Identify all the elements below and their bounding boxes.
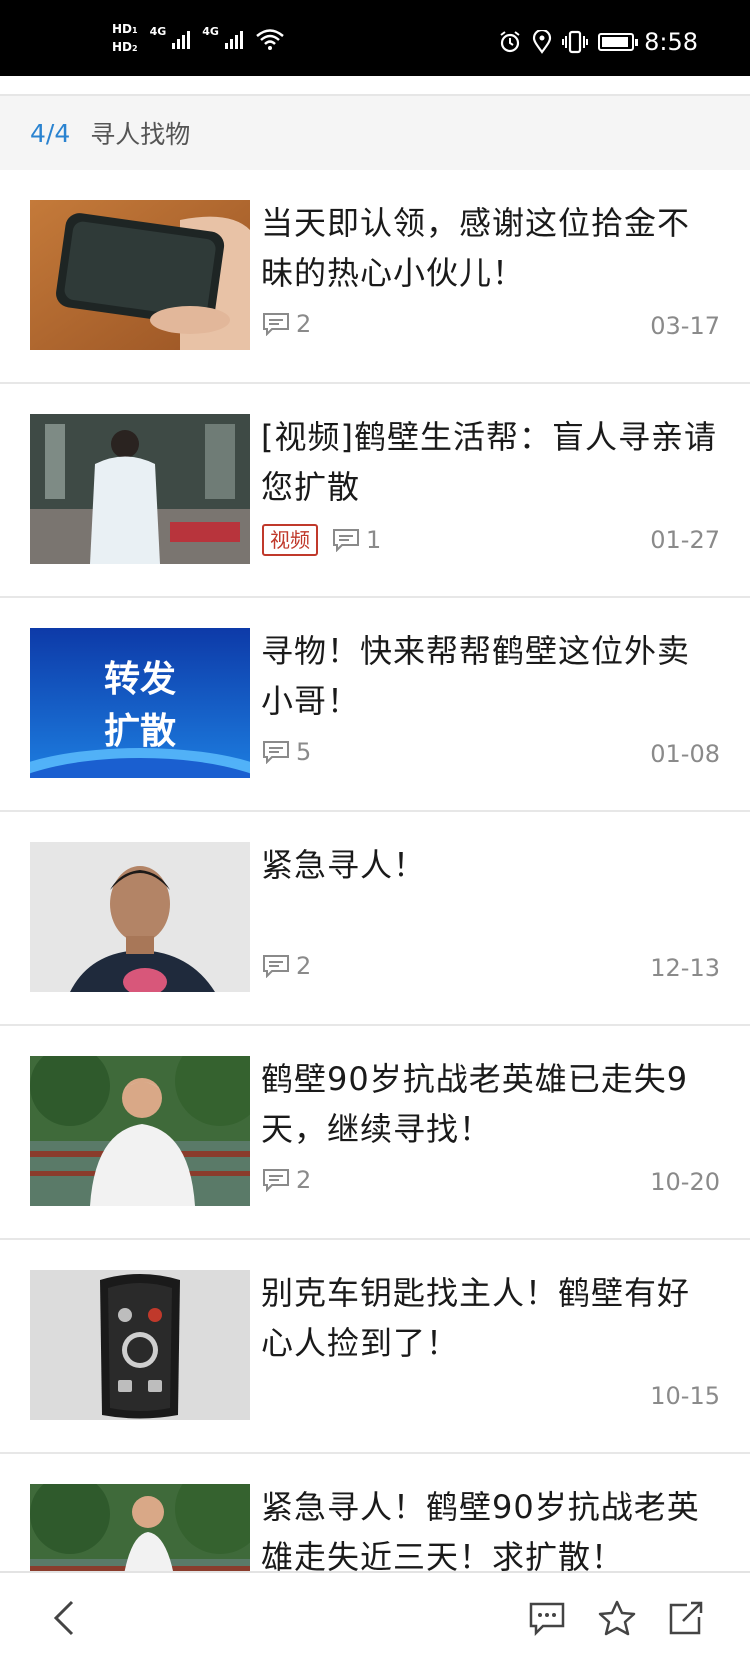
comment-count: 5	[262, 738, 311, 766]
news-title: 紧急寻人！鹤壁90岁抗战老英雄走失近三天！求扩散！	[261, 1488, 700, 1576]
comment-icon	[333, 529, 359, 552]
news-title: 寻物！快来帮帮鹤壁这位外卖小哥！	[261, 632, 691, 720]
news-item[interactable]: 别克车钥匙找主人！鹤壁有好心人捡到了！ 10-15	[0, 1240, 750, 1454]
comment-icon	[263, 955, 289, 978]
thumbnail-share-banner: 转发 扩散	[30, 628, 250, 778]
comment-count: 2	[262, 952, 311, 980]
back-icon	[53, 1600, 74, 1636]
clock: 8:58	[644, 28, 698, 56]
comment-count-value: 2	[296, 310, 312, 338]
news-date: 03-17	[650, 312, 720, 340]
news-item[interactable]: 当天即认领，感谢这位拾金不昧的热心小伙儿！ 2 03-17	[0, 170, 750, 384]
comment-count-value: 5	[296, 738, 312, 766]
hd-indicator-2: HD2	[112, 40, 138, 54]
comment-icon	[263, 1169, 289, 1192]
news-title: 当天即认领，感谢这位拾金不昧的热心小伙儿！	[261, 204, 691, 292]
back-button[interactable]	[38, 1593, 88, 1643]
network-type-2: 4G	[202, 24, 219, 38]
news-meta: 2	[262, 1166, 311, 1194]
news-date: 10-15	[650, 1382, 720, 1410]
alarm-icon	[500, 31, 520, 53]
signal-area: HD1 HD2 4G 4G	[112, 22, 285, 56]
comment-count: 1	[332, 526, 381, 554]
news-meta: 2	[262, 952, 311, 980]
hd-indicator-1: HD1	[112, 22, 138, 36]
comment-icon	[263, 313, 289, 336]
vibrate-icon	[562, 30, 589, 54]
news-date: 01-27	[650, 526, 720, 554]
thumbnail-phone-in-hand	[30, 200, 250, 350]
thumbnail-man-in-white-coat	[30, 414, 250, 564]
news-date: 10-20	[650, 1168, 720, 1196]
news-item[interactable]: [视频]鹤壁生活帮：盲人寻亲请您扩散 视频 1 01-27	[0, 384, 750, 598]
news-title: 紧急寻人！	[261, 846, 427, 884]
signal-bars-icon-2	[224, 29, 243, 49]
news-title: 别克车钥匙找主人！鹤壁有好心人捡到了！	[261, 1274, 691, 1362]
news-item[interactable]: 转发 扩散 寻物！快来帮帮鹤壁这位外卖小哥！ 5 01-08	[0, 598, 750, 812]
section-header: 4/4 寻人找物	[0, 94, 750, 170]
location-icon	[532, 30, 552, 54]
favorite-button[interactable]	[592, 1593, 642, 1643]
thumbnail-elderly-man-park	[30, 1056, 250, 1206]
comment-button[interactable]	[522, 1593, 572, 1643]
signal-bars-icon	[172, 29, 191, 49]
page-indicator: 4/4	[30, 118, 71, 148]
video-tag: 视频	[262, 524, 318, 556]
star-icon	[598, 1600, 636, 1636]
comment-count: 2	[262, 310, 311, 338]
comment-count: 2	[262, 1166, 311, 1194]
news-date: 01-08	[650, 740, 720, 768]
network-type-1: 4G	[149, 24, 167, 38]
news-item[interactable]: 紧急寻人！ 2 12-13	[0, 812, 750, 1026]
wifi-icon	[256, 29, 284, 50]
news-item[interactable]: 鹤壁90岁抗战老英雄已走失9天，继续寻找！ 2 10-20	[0, 1026, 750, 1240]
comment-count-value: 2	[296, 1166, 312, 1194]
thumbnail-man-portrait	[30, 842, 250, 992]
comment-count-value: 1	[366, 526, 382, 554]
hd-indicators: HD1 HD2	[112, 22, 138, 56]
thumbnail-text-1: 转发	[103, 659, 176, 700]
status-icons: 8:58	[498, 28, 698, 56]
comment-icon	[529, 1602, 565, 1636]
news-meta: 视频 1	[262, 524, 381, 556]
comment-count-value: 2	[296, 952, 312, 980]
news-meta: 5	[262, 738, 311, 766]
section-title: 寻人找物	[90, 120, 191, 149]
news-date: 12-13	[650, 954, 720, 982]
bottom-toolbar	[0, 1571, 750, 1669]
thumbnail-text-2: 扩散	[103, 711, 176, 752]
comment-icon	[263, 741, 289, 764]
share-button[interactable]	[660, 1593, 710, 1643]
news-title: [视频]鹤壁生活帮：盲人寻亲请您扩散	[261, 418, 717, 506]
thumbnail-car-key	[30, 1270, 250, 1420]
status-bar: HD1 HD2 4G 4G 8:58	[0, 0, 750, 76]
news-title: 鹤壁90岁抗战老英雄已走失9天，继续寻找！	[261, 1060, 689, 1148]
share-icon	[669, 1601, 703, 1635]
news-list: 当天即认领，感谢这位拾金不昧的热心小伙儿！ 2 03-17 [视频]鹤壁生活帮：…	[0, 170, 750, 1668]
battery-icon	[598, 33, 639, 51]
news-meta: 2	[262, 310, 311, 338]
